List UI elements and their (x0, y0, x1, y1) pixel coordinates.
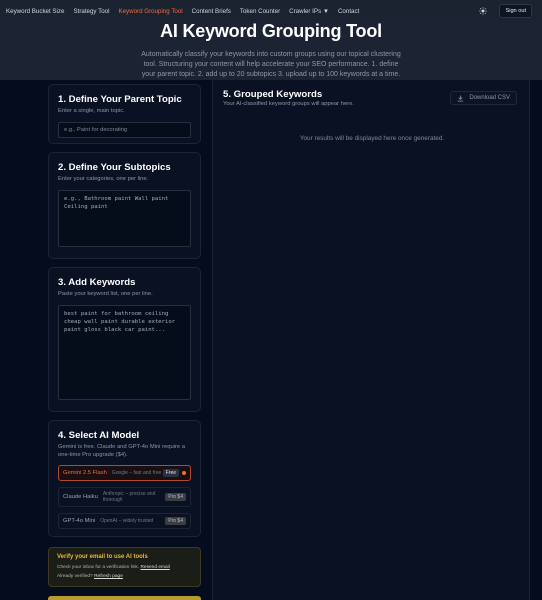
model-name: Gemini 2.5 Flash (63, 470, 107, 476)
verify-instruction: Check your inbox for a verification link… (57, 565, 140, 570)
model-name: GPT-4o Mini (63, 518, 96, 524)
model-tag: Pro $4 (165, 493, 186, 501)
resend-email-link[interactable]: Resend email (140, 565, 169, 570)
model-desc: Google – fast and free (111, 470, 162, 476)
download-csv-button[interactable]: Download CSV (450, 91, 517, 105)
keywords-textarea[interactable]: best paint for bathroom ceiling cheap wa… (58, 305, 191, 400)
selected-dot-icon (182, 471, 186, 475)
sign-out-button[interactable]: Sign out (499, 4, 532, 18)
keywords-subtitle: Paste your keyword list, one per line. (58, 291, 153, 297)
model-option-claude[interactable]: Claude Haiku Anthropic – precise and tho… (58, 487, 191, 507)
already-verified-text: Already verified? (57, 574, 93, 579)
nav-crawler-ips[interactable]: Crawler IPs ▼ (289, 8, 329, 15)
keywords-title: 3. Add Keywords (58, 277, 136, 288)
model-desc: Anthropic – precise and thorough (102, 491, 156, 503)
model-title: 4. Select AI Model (58, 430, 140, 441)
model-subtitle: Gemini is free. Claude and GPT-4o Mini r… (58, 444, 185, 458)
verify-line-1: Check your inbox for a verification link… (57, 565, 192, 570)
top-nav: Keyword Bucket Size Strategy Tool Keywor… (0, 0, 542, 22)
results-empty-message: Your results will be displayed here once… (299, 135, 445, 142)
sun-icon[interactable] (477, 5, 489, 17)
model-card: 4. Select AI Model Gemini is free. Claud… (48, 420, 201, 537)
subtopics-textarea[interactable]: e.g., Bathroom paint Wall paint Ceiling … (58, 190, 191, 247)
subtopics-subtitle: Enter your categories, one per line. (58, 176, 149, 182)
download-csv-label: Download CSV (469, 95, 510, 101)
model-tag: Pro $4 (165, 517, 186, 525)
parent-topic-subtitle: Enter a single, main topic. (58, 108, 125, 114)
refresh-page-link[interactable]: Refresh page (94, 574, 123, 579)
parent-topic-card: 1. Define Your Parent Topic Enter a sing… (48, 84, 201, 144)
parent-topic-input[interactable]: e.g., Paint for decorating (58, 122, 191, 138)
verify-line-2: Already verified? Refresh page (57, 574, 192, 579)
page-title: AI Keyword Grouping Tool (160, 21, 382, 41)
model-option-gpt[interactable]: GPT-4o Mini OpenAI – widely trusted Pro … (58, 513, 191, 529)
download-icon (458, 94, 464, 102)
page-description: Automatically classify your keywords int… (141, 51, 401, 78)
nav-content-briefs[interactable]: Content Briefs (192, 8, 231, 15)
nav-keyword-bucket-size[interactable]: Keyword Bucket Size (6, 8, 64, 15)
hero: AI Keyword Grouping Tool Automatically c… (0, 21, 542, 80)
nav-strategy-tool[interactable]: Strategy Tool (73, 8, 109, 15)
results-panel: 5. Grouped Keywords Your AI-classified k… (212, 80, 530, 600)
nav-contact[interactable]: Contact (338, 8, 359, 15)
nav-keyword-grouping-tool[interactable]: Keyword Grouping Tool (118, 8, 182, 15)
parent-topic-title: 1. Define Your Parent Topic (58, 94, 182, 105)
verify-email-notice: Verify your email to use AI tools Check … (48, 547, 201, 587)
model-tag: Free (162, 469, 179, 477)
verify-title: Verify your email to use AI tools (57, 554, 148, 560)
subtopics-title: 2. Define Your Subtopics (58, 162, 171, 173)
model-name: Claude Haiku (63, 494, 98, 500)
subtopics-card: 2. Define Your Subtopics Enter your cate… (48, 152, 201, 259)
model-option-gemini[interactable]: Gemini 2.5 Flash Google – fast and free … (58, 465, 191, 481)
model-desc: OpenAI – widely trusted (100, 518, 154, 524)
nav-token-counter[interactable]: Token Counter (240, 8, 280, 15)
keywords-card: 3. Add Keywords Paste your keyword list,… (48, 267, 201, 412)
group-keywords-button[interactable] (48, 596, 201, 600)
